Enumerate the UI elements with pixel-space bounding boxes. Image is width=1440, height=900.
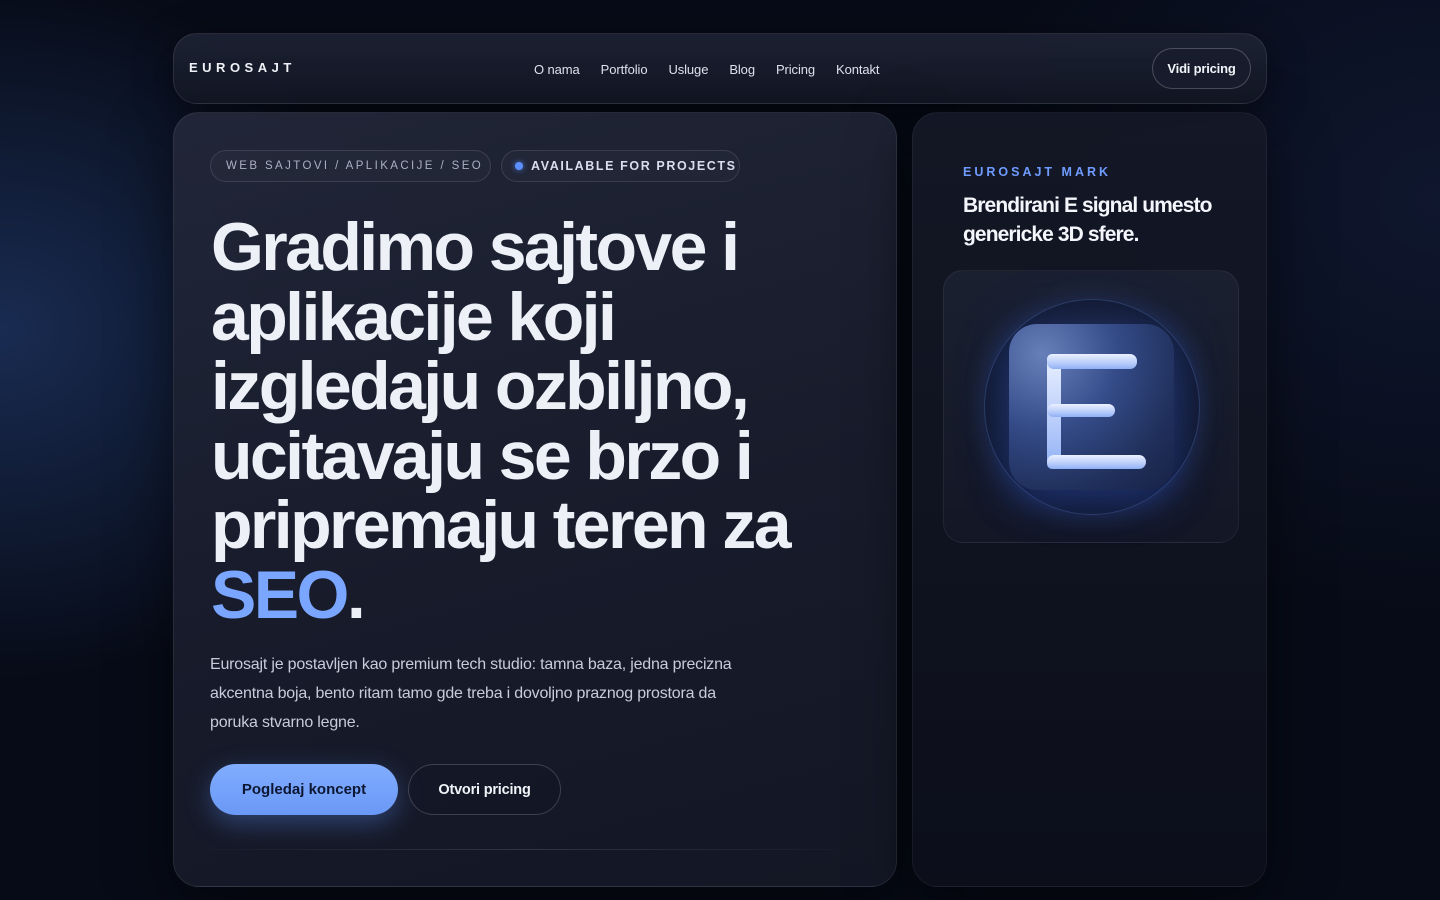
- headline-period: .: [346, 556, 366, 633]
- hero-lead-paragraph: Eurosajt je postavljen kao premium tech …: [210, 656, 732, 731]
- e-letter-mark-icon: [1009, 324, 1174, 490]
- headline-line-5: pripremaju teren za: [211, 487, 792, 563]
- nav-link-usluge[interactable]: Usluge: [668, 62, 708, 77]
- headline-line-1: Gradimo sajtove i: [211, 209, 740, 285]
- nav-link-portfolio[interactable]: Portfolio: [601, 62, 648, 77]
- headline-line-4: ucitavaju se brzo i: [211, 417, 754, 494]
- brand-mark-card: EUROSAJT MARK Brendirani E signal umesto…: [912, 112, 1267, 887]
- headline-accent-seo: SEO: [211, 556, 349, 633]
- otvori-pricing-button[interactable]: Otvori pricing: [408, 764, 561, 815]
- nav-links: O nama Portfolio Usluge Blog Pricing Kon…: [534, 34, 879, 105]
- e-letter-svg: [1047, 354, 1146, 469]
- brand-mark-panel: [943, 270, 1239, 543]
- brand-logo[interactable]: EUROSAJT: [189, 60, 296, 75]
- status-dot-icon: [515, 162, 523, 170]
- vidi-pricing-button[interactable]: Vidi pricing: [1152, 48, 1251, 89]
- nav-link-blog[interactable]: Blog: [729, 62, 755, 77]
- availability-pill: AVAILABLE FOR PROJECTS: [501, 150, 740, 182]
- side-title: Brendirani E signal umesto genericke 3D …: [963, 194, 1212, 246]
- nav-link-pricing[interactable]: Pricing: [776, 62, 815, 77]
- services-tag-pill: WEB SAJTOVI / APLIKACIJE / SEO: [210, 150, 491, 182]
- hero-headline: Gradimo sajtove i aplikacije koji izgled…: [211, 212, 871, 633]
- headline-line-3: izgledaju ozbiljno,: [211, 348, 750, 424]
- headline-line-2: aplikacije koji: [211, 278, 617, 355]
- top-navbar: EUROSAJT O nama Portfolio Usluge Blog Pr…: [173, 33, 1267, 104]
- pogledaj-koncept-button[interactable]: Pogledaj koncept: [210, 764, 398, 815]
- side-eyebrow: EUROSAJT MARK: [963, 165, 1112, 179]
- hero-card: WEB SAJTOVI / APLIKACIJE / SEO AVAILABLE…: [173, 112, 897, 887]
- hero-divider: [211, 849, 835, 850]
- services-tag-text: WEB SAJTOVI / APLIKACIJE / SEO: [226, 160, 484, 172]
- availability-text: AVAILABLE FOR PROJECTS: [531, 159, 737, 173]
- nav-link-o-nama[interactable]: O nama: [534, 62, 580, 77]
- nav-link-kontakt[interactable]: Kontakt: [836, 62, 879, 77]
